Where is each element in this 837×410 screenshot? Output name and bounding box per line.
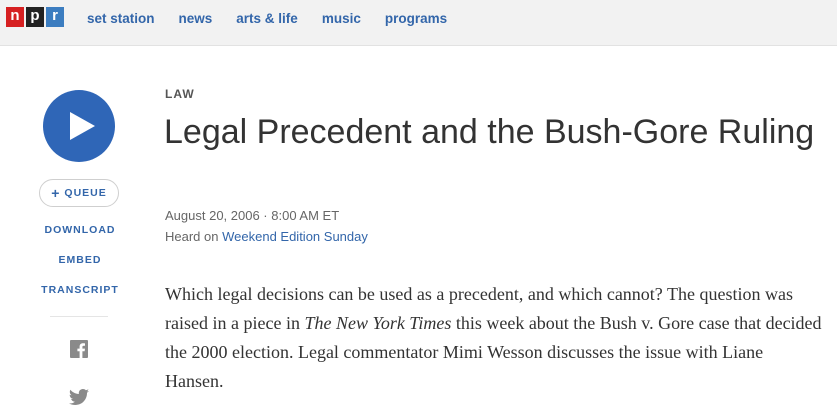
- transcript-link[interactable]: TRANSCRIPT: [0, 284, 160, 296]
- logo-letter-p: p: [26, 7, 44, 27]
- publication-name: The New York Times: [304, 313, 452, 333]
- section-slug[interactable]: LAW: [165, 87, 195, 101]
- play-button[interactable]: [43, 90, 115, 162]
- heard-on-line: Heard on Weekend Edition Sunday: [165, 229, 368, 244]
- nav-programs[interactable]: programs: [385, 11, 447, 27]
- logo-letter-n: n: [6, 7, 24, 27]
- article-body: Which legal decisions can be used as a p…: [165, 280, 825, 396]
- nav-news[interactable]: news: [179, 11, 213, 27]
- queue-button[interactable]: + QUEUE: [39, 179, 119, 207]
- download-link[interactable]: DOWNLOAD: [0, 224, 160, 236]
- top-navigation-bar: n p r set station news arts & life music…: [0, 0, 837, 46]
- nav-arts-life[interactable]: arts & life: [236, 11, 298, 27]
- twitter-icon[interactable]: [69, 389, 89, 405]
- main-nav: set station news arts & life music progr…: [87, 11, 471, 27]
- logo-letter-r: r: [46, 7, 64, 27]
- nav-music[interactable]: music: [322, 11, 361, 27]
- publish-date: August 20, 2006 · 8:00 AM ET: [165, 208, 340, 223]
- program-link[interactable]: Weekend Edition Sunday: [222, 229, 368, 244]
- page-title: Legal Precedent and the Bush-Gore Ruling: [164, 113, 815, 151]
- play-icon: [70, 112, 95, 140]
- embed-link[interactable]: EMBED: [0, 254, 160, 266]
- queue-label: QUEUE: [64, 187, 107, 199]
- facebook-icon[interactable]: [70, 340, 88, 358]
- heard-on-prefix: Heard on: [165, 229, 219, 244]
- npr-logo[interactable]: n p r: [6, 7, 64, 27]
- plus-icon: +: [51, 185, 60, 201]
- sidebar-divider: [50, 316, 108, 317]
- nav-set-station[interactable]: set station: [87, 11, 155, 27]
